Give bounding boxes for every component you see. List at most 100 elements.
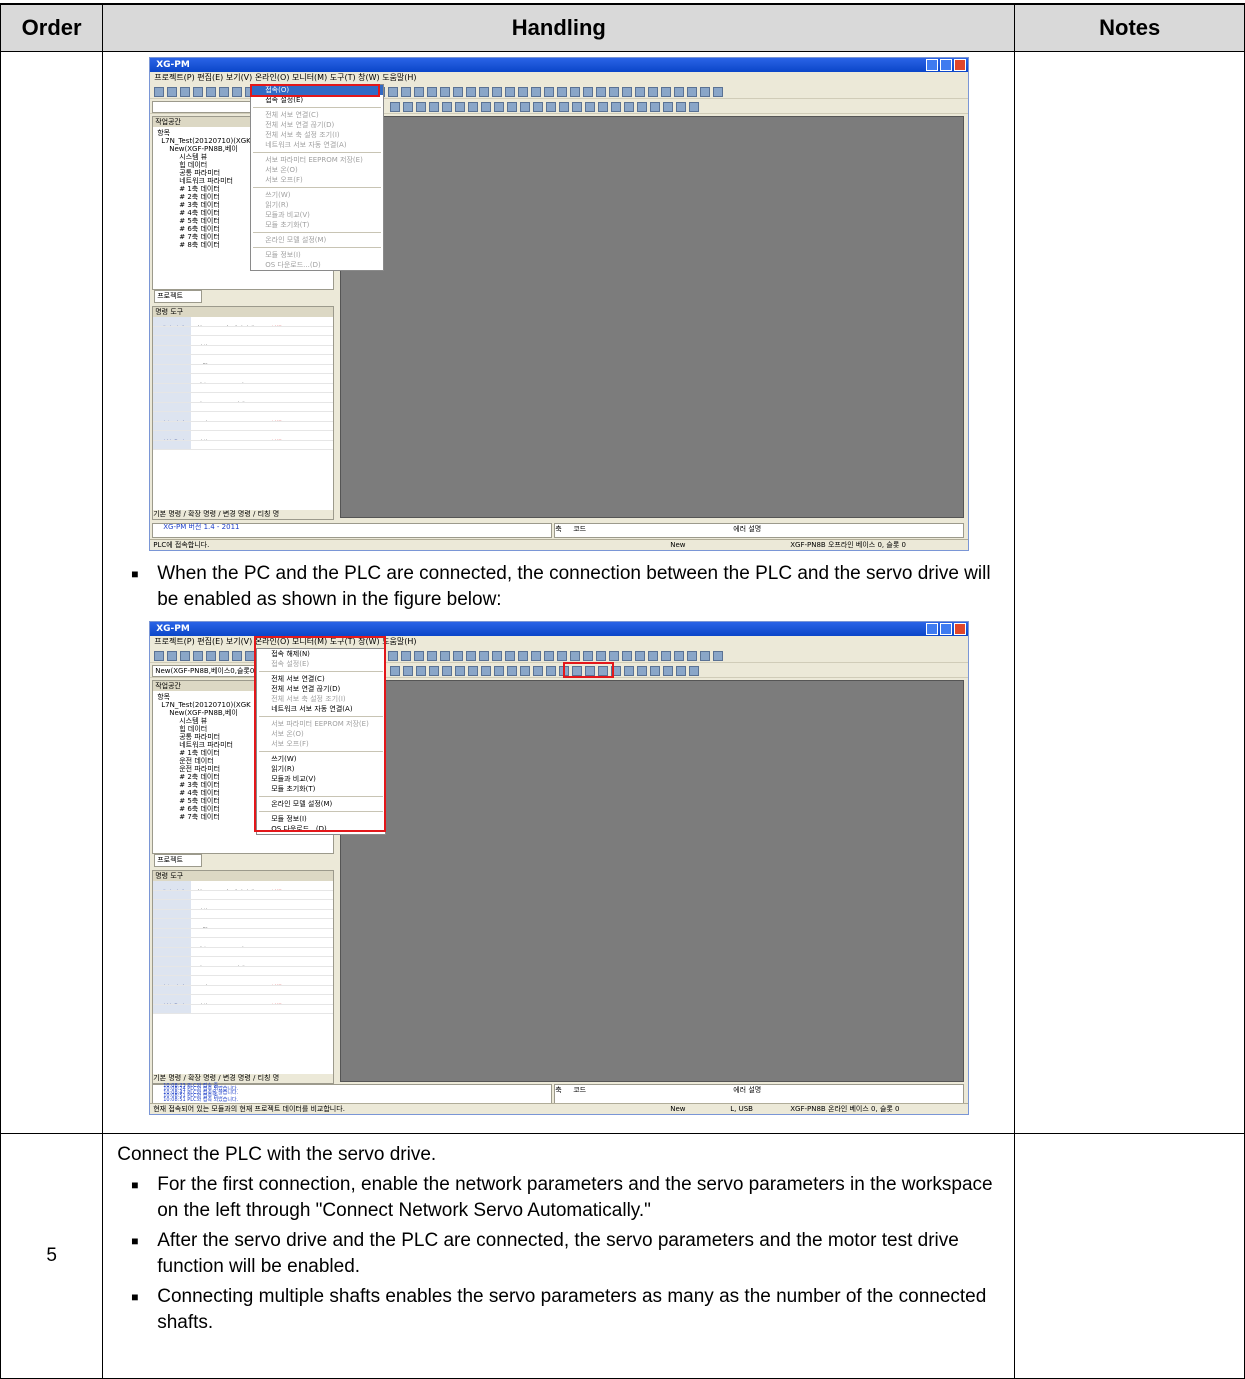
toolbar-button-icon[interactable] [180, 87, 191, 97]
execute-button[interactable] [265, 327, 287, 336]
toolbar-button-icon[interactable] [624, 666, 635, 676]
toolbar-button-icon[interactable] [507, 666, 518, 676]
toolbar-button-icon[interactable] [403, 666, 414, 676]
execute-button[interactable] [265, 948, 287, 957]
toolbar-button-icon[interactable] [455, 102, 466, 112]
menu-item[interactable]: 모듈 정보(I) [251, 250, 383, 260]
toolbar-button-icon[interactable] [416, 666, 427, 676]
toolbar-button-icon[interactable] [466, 87, 477, 97]
toolbar-button-icon[interactable] [559, 102, 570, 112]
toolbar-button-icon[interactable] [687, 87, 698, 97]
menu-item[interactable]: 서보 온(O) [251, 165, 383, 175]
toolbar-button-icon[interactable] [570, 651, 581, 661]
toolbar-button-icon[interactable] [661, 87, 672, 97]
close-icon[interactable] [954, 623, 967, 635]
toolbar-button-icon[interactable] [583, 651, 594, 661]
execute-button[interactable] [265, 938, 287, 947]
minimize-icon[interactable] [926, 623, 939, 635]
toolbar-button-icon[interactable] [609, 87, 620, 97]
toolbar-button-icon[interactable] [440, 651, 451, 661]
toolbar-button-icon[interactable] [596, 651, 607, 661]
toolbar-button-icon[interactable] [624, 102, 635, 112]
toolbar-button-icon[interactable] [442, 666, 453, 676]
execute-button[interactable] [265, 910, 287, 919]
execute-button[interactable] [265, 374, 287, 383]
toolbar-button-icon[interactable] [700, 87, 711, 97]
execute-button[interactable] [265, 967, 287, 976]
toolbar-button-icon[interactable] [507, 102, 518, 112]
toolbar-button-icon[interactable] [429, 666, 440, 676]
execute-button[interactable]: 실행 [265, 422, 287, 431]
execute-button[interactable]: >> [265, 441, 287, 450]
execute-button[interactable] [265, 403, 287, 412]
menu-item[interactable]: 전체 서보 연결(C) [251, 110, 383, 120]
execute-button[interactable]: 실행 [265, 431, 287, 440]
toolbar-button-icon[interactable] [531, 87, 542, 97]
toolbar-button-icon[interactable] [533, 666, 544, 676]
toolbar-button-icon[interactable] [663, 102, 674, 112]
toolbar-button-icon[interactable] [583, 87, 594, 97]
toolbar-button-icon[interactable] [219, 651, 230, 661]
execute-button[interactable] [265, 384, 287, 393]
toolbar-button-icon[interactable] [494, 666, 505, 676]
toolbar-button-icon[interactable] [193, 651, 204, 661]
execute-button[interactable]: 실행 [265, 412, 287, 421]
toolbar-button-icon[interactable] [674, 87, 685, 97]
execute-button[interactable]: 실행 [265, 929, 287, 938]
toolbar-button-icon[interactable] [650, 666, 661, 676]
toolbar-button-icon[interactable] [585, 102, 596, 112]
toolbar-button-icon[interactable] [713, 651, 724, 661]
toolbar-button-icon[interactable] [700, 651, 711, 661]
menu-item[interactable]: 전체 서보 연결 끊기(D) [251, 120, 383, 130]
toolbar-button-icon[interactable] [546, 102, 557, 112]
toolbar-button-icon[interactable] [531, 651, 542, 661]
execute-button[interactable] [265, 336, 287, 345]
toolbar-button-icon[interactable] [466, 651, 477, 661]
toolbar-button-icon[interactable] [390, 102, 401, 112]
toolbar-button-icon[interactable] [401, 87, 412, 97]
toolbar-button-icon[interactable] [505, 87, 516, 97]
toolbar-button-icon[interactable] [648, 87, 659, 97]
toolbar-button-icon[interactable] [479, 651, 490, 661]
toolbar-button-icon[interactable] [635, 87, 646, 97]
toolbar-button-icon[interactable] [689, 666, 700, 676]
toolbar-button-icon[interactable] [388, 87, 399, 97]
toolbar-button-icon[interactable] [676, 102, 687, 112]
command-tabs[interactable]: 기본 명령 / 확장 명령 / 변경 명령 / 티칭 명 [153, 1074, 334, 1083]
toolbar-button-icon[interactable] [468, 666, 479, 676]
menu-bar[interactable]: 프로젝트(P) 편집(E) 보기(V) 온라인(O) 모니터(M) 도구(T) … [150, 72, 968, 84]
toolbar-button-icon[interactable] [650, 102, 661, 112]
toolbar-button-icon[interactable] [544, 651, 555, 661]
toolbar-button-icon[interactable] [416, 102, 427, 112]
toolbar-button-icon[interactable] [401, 651, 412, 661]
toolbar-button-icon[interactable] [442, 102, 453, 112]
execute-button[interactable] [265, 346, 287, 355]
toolbar-button-icon[interactable] [453, 87, 464, 97]
toolbar-button-icon[interactable] [390, 666, 401, 676]
toolbar-button-icon[interactable] [414, 651, 425, 661]
menu-item[interactable]: 전체 서보 축 설정 조기(I) [251, 130, 383, 140]
execute-button[interactable]: 실행 [265, 976, 287, 985]
toolbar-button-icon[interactable] [219, 87, 230, 97]
toolbar-button-icon[interactable] [481, 666, 492, 676]
toolbar-button-icon[interactable] [453, 651, 464, 661]
toolbar-button-icon[interactable] [557, 651, 568, 661]
toolbar-button-icon[interactable] [388, 651, 399, 661]
execute-button[interactable]: 실행 [265, 365, 287, 374]
toolbar-button-icon[interactable] [572, 102, 583, 112]
toolbar-button-icon[interactable] [429, 102, 440, 112]
menu-item[interactable]: OS 다운로드...(D) [251, 260, 383, 270]
toolbar-button-icon[interactable] [635, 651, 646, 661]
command-table[interactable]: 에러 리셋항목축 에러리셋실행스텝0위치0 pls속도0 pls/s드웰0 ms… [153, 881, 334, 1014]
command-tabs[interactable]: 기본 명령 / 확장 명령 / 변경 명령 / 티칭 명 [153, 510, 334, 519]
tab-project[interactable]: 프로젝트 [154, 854, 203, 867]
maximize-icon[interactable] [940, 623, 953, 635]
menu-item[interactable]: 서보 오프(F) [251, 175, 383, 185]
execute-button[interactable] [265, 919, 287, 928]
close-icon[interactable] [954, 59, 967, 71]
execute-button[interactable]: 실행 [265, 995, 287, 1004]
toolbar-button-icon[interactable] [611, 102, 622, 112]
toolbar-button-icon[interactable] [648, 651, 659, 661]
execute-button[interactable]: 실행 [265, 317, 287, 326]
toolbar-button-icon[interactable] [520, 666, 531, 676]
